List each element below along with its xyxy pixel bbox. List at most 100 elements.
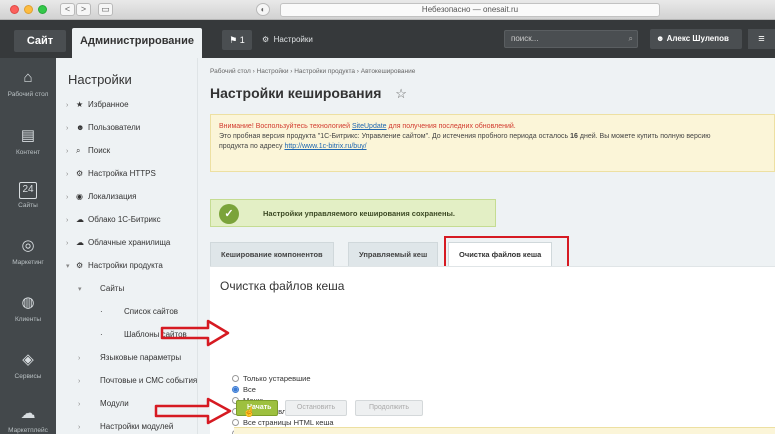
success-text: Настройки управляемого кеширования сохра…: [263, 209, 455, 218]
trial-days: 16: [570, 133, 578, 140]
menu-item-label: Языковые параметры: [100, 353, 182, 362]
close-window-icon[interactable]: [10, 5, 19, 14]
user-menu[interactable]: ☻ Алекс Шулепов: [650, 29, 742, 49]
menu-item-icon: ⚙: [76, 261, 84, 270]
chevron-icon[interactable]: ›: [66, 145, 76, 159]
page-title-text: Настройки кеширования: [210, 85, 382, 101]
siteupdate-link[interactable]: SiteUpdate: [352, 123, 387, 130]
rail-item-content[interactable]: ▤ Контент: [0, 126, 56, 157]
menu-item[interactable]: › ⌕ Поиск: [66, 144, 110, 158]
cloud-download-icon: ☁: [20, 405, 36, 422]
chevron-icon[interactable]: ›: [78, 421, 88, 434]
menu-item[interactable]: › ⚙ Настройка HTTPS: [66, 167, 156, 181]
menu-item[interactable]: ▾ Сайты: [78, 282, 124, 296]
menu-item-icon: ⌕: [76, 146, 81, 155]
warning-text: Внимание! Воспользуйтесь технологией: [219, 123, 352, 130]
search-placeholder: поиск...: [511, 34, 539, 43]
address-bar[interactable]: Небезопасно — onesait.ru: [280, 3, 660, 17]
radio-option[interactable]: Только устаревшие: [232, 373, 311, 384]
chevron-icon[interactable]: ›: [78, 398, 88, 412]
rail-item-clients[interactable]: ◍ Клиенты: [0, 293, 56, 324]
gear-icon: ⚙: [262, 35, 270, 44]
menu-item-label: Облачные хранилища: [88, 238, 171, 247]
rail-item-services[interactable]: ◈ Сервисы: [0, 350, 56, 381]
notification-count: 1: [239, 35, 245, 45]
trial-warning: Внимание! Воспользуйтесь технологией Sit…: [210, 114, 775, 172]
trial-text: Это пробная версия продукта "1С-Битрикс:…: [219, 133, 571, 140]
continue-button[interactable]: Продолжить: [355, 400, 423, 416]
menu-item-label: Поиск: [88, 146, 111, 155]
menu-item[interactable]: › ☁ Облачные хранилища: [66, 236, 170, 250]
rail-item-sites[interactable]: 24 Сайты: [0, 182, 56, 210]
chevron-icon[interactable]: ›: [66, 168, 76, 182]
clients-icon: ◍: [21, 294, 35, 311]
search-input[interactable]: поиск... ⌕: [504, 30, 638, 48]
chevron-icon[interactable]: ▾: [78, 283, 88, 297]
rail-item-marketplace[interactable]: ☁ Маркетплейс: [0, 404, 56, 434]
breadcrumb[interactable]: Рабочий стол › Настройки › Настройки про…: [210, 68, 415, 75]
radio-label: Все: [243, 385, 256, 394]
search-icon[interactable]: ⌕: [629, 31, 633, 47]
bullet-icon: ·: [100, 330, 103, 339]
radio-option[interactable]: Все: [232, 384, 256, 395]
tab-managed-cache[interactable]: Управляемый кеш: [348, 242, 439, 266]
tab-component-cache[interactable]: Кеширование компонентов: [210, 242, 334, 266]
chevron-icon[interactable]: ›: [66, 122, 76, 136]
menu-item-label: Избранное: [88, 100, 129, 109]
forward-button[interactable]: >: [76, 3, 91, 16]
privacy-shield-icon[interactable]: ◐: [256, 3, 270, 16]
chevron-icon[interactable]: ›: [66, 191, 76, 205]
sidebar-toggle-icon[interactable]: ▭: [98, 3, 113, 16]
rail-label: Маркетинг: [12, 259, 44, 266]
chevron-icon[interactable]: ▾: [66, 260, 76, 274]
chevron-icon[interactable]: ›: [66, 214, 76, 228]
menu-item[interactable]: · Список сайтов: [90, 305, 178, 319]
rail-item-desktop[interactable]: ⌂ Рабочий стол: [0, 68, 56, 99]
minimize-window-icon[interactable]: [24, 5, 33, 14]
arrow-to-all-option: [160, 319, 230, 347]
stop-button[interactable]: Остановить: [285, 400, 347, 416]
menu-item-label: Почтовые и СМС события: [100, 376, 198, 385]
menu-item-label: Список сайтов: [124, 307, 179, 316]
menu-item[interactable]: › ★ Избранное: [66, 98, 129, 112]
menu-item-label: Модули: [100, 399, 129, 408]
radio-label: Все страницы HTML кеша: [243, 418, 334, 427]
bullet-icon: ·: [100, 307, 103, 316]
admin-tab[interactable]: Администрирование: [72, 28, 202, 58]
arrow-to-start-button: [154, 397, 232, 425]
radio-button[interactable]: [232, 375, 239, 382]
menu-item[interactable]: › Модули: [78, 397, 129, 411]
menu-item[interactable]: › ☻ Пользователи: [66, 121, 140, 135]
menu-item-label: Сайты: [100, 284, 125, 293]
checkmark-icon: ✓: [219, 204, 239, 224]
target-icon: ◎: [21, 237, 35, 254]
menu-item[interactable]: › ◉ Локализация: [66, 190, 136, 204]
buy-link[interactable]: http://www.1c-bitrix.ru/buy/: [284, 143, 366, 150]
menu-item[interactable]: › Языковые параметры: [78, 351, 181, 365]
chevron-icon[interactable]: ›: [78, 375, 88, 389]
menu-item[interactable]: ▾ ⚙ Настройки продукта: [66, 259, 163, 273]
maximize-window-icon[interactable]: [38, 5, 47, 14]
user-name: Алекс Шулепов: [666, 34, 729, 43]
site-button[interactable]: Сайт: [14, 30, 66, 52]
chevron-icon[interactable]: ›: [66, 99, 76, 113]
hamburger-menu-icon[interactable]: ≡: [748, 29, 775, 49]
notifications-button[interactable]: ⚑ 1: [222, 30, 252, 50]
settings-link[interactable]: ⚙ Настройки: [262, 30, 313, 50]
rail-label: Рабочий стол: [7, 91, 49, 98]
trial-text-end: дней. Вы можете купить полную версию: [577, 133, 711, 140]
radio-button[interactable]: [232, 386, 239, 393]
rail-label: Маркетплейс: [8, 427, 48, 434]
rail-item-marketing[interactable]: ◎ Маркетинг: [0, 236, 56, 267]
menu-title: Настройки: [68, 72, 132, 87]
back-button[interactable]: <: [60, 3, 75, 16]
menu-item[interactable]: › ☁ Облако 1С-Битрикс: [66, 213, 161, 227]
rail-label: Контент: [15, 149, 41, 156]
favorite-star-icon[interactable]: ☆: [395, 86, 407, 101]
menu-item[interactable]: › Почтовые и СМС события: [78, 374, 197, 388]
chevron-icon[interactable]: ›: [78, 352, 88, 366]
menu-item-icon: ☻: [76, 123, 85, 132]
menu-item-label: Пользователи: [88, 123, 141, 132]
menu-item-icon: ⚙: [76, 169, 84, 178]
chevron-icon[interactable]: ›: [66, 237, 76, 251]
